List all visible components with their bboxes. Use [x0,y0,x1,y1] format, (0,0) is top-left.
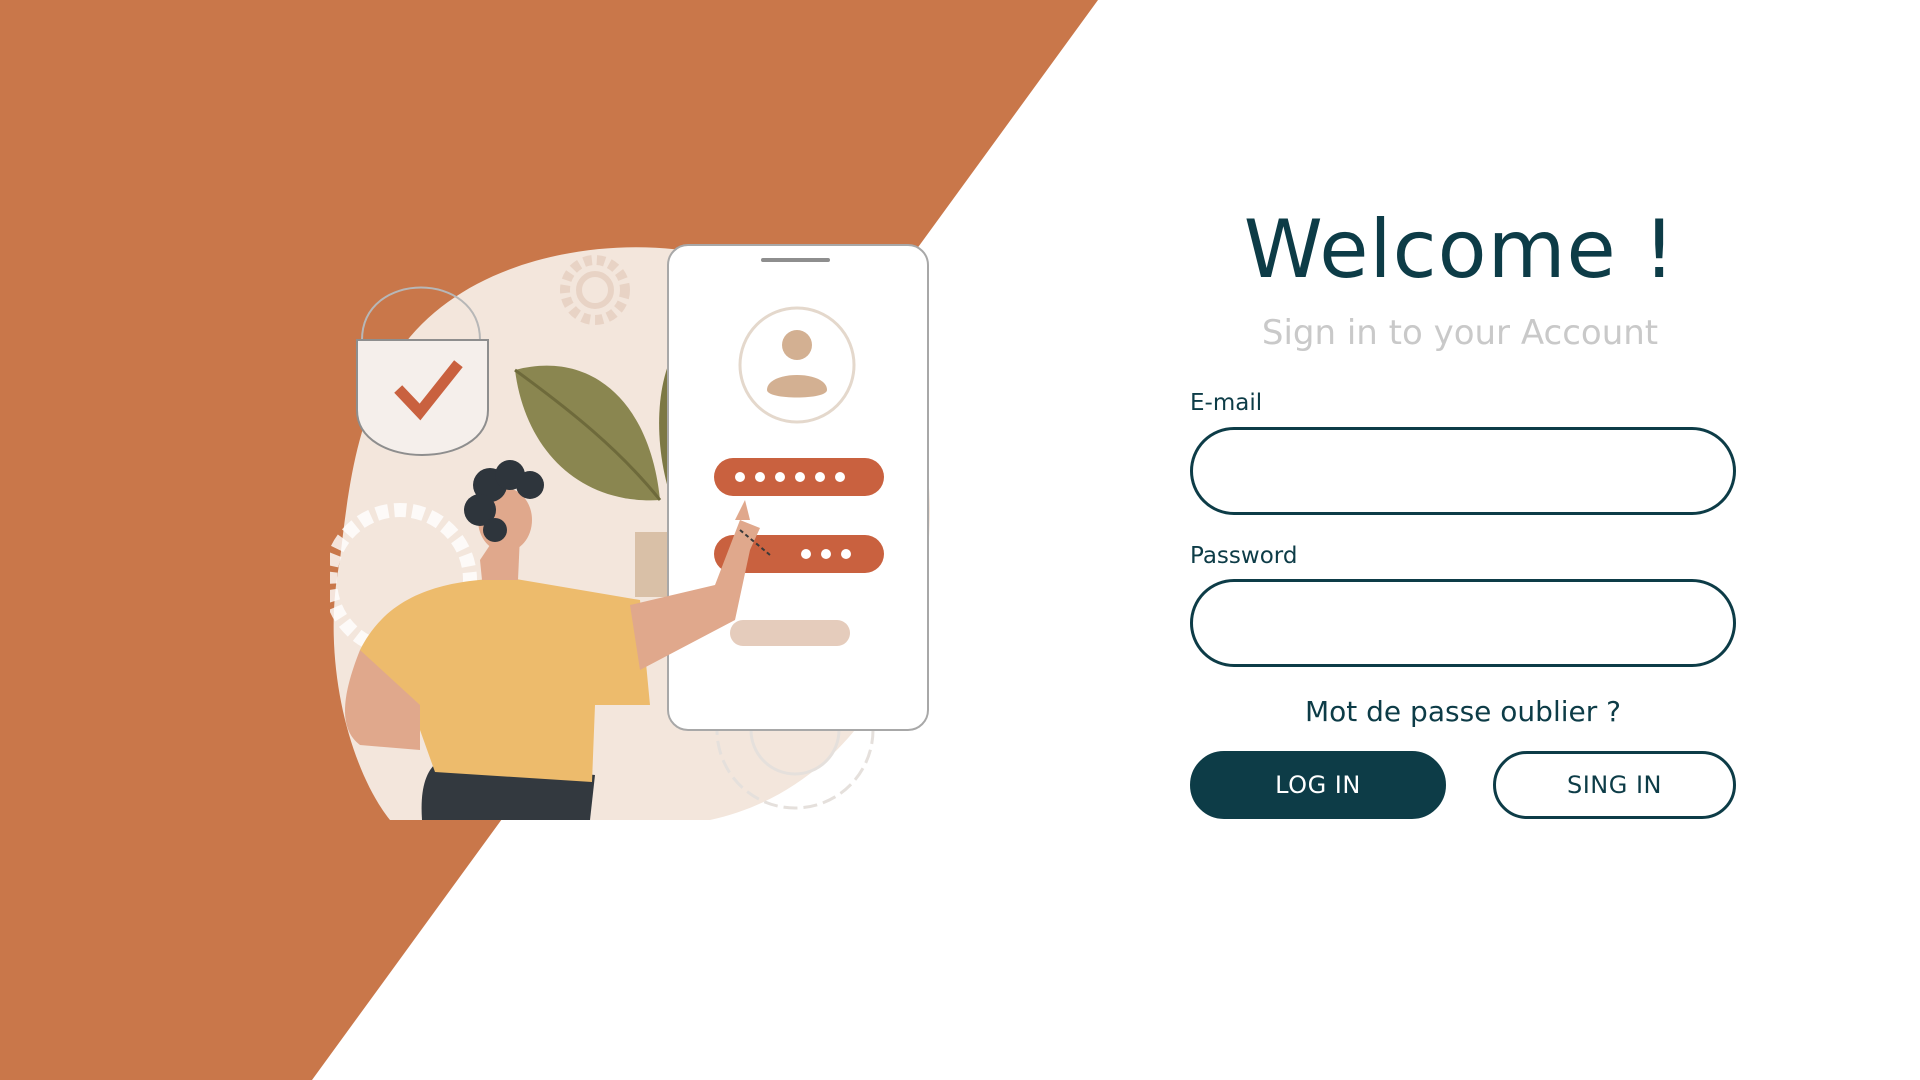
password-label: Password [1190,543,1298,569]
email-label: E-mail [1190,390,1263,416]
page-subtitle: Sign in to your Account [1261,313,1659,353]
forgot-password-link[interactable]: Mot de passe oublier ? [1190,692,1736,732]
login-page: Welcome ! Sign in to your Account E-mail… [0,0,1920,1080]
signin-button[interactable]: SING IN [1493,751,1736,819]
login-button[interactable]: LOG IN [1190,751,1446,819]
orange-diagonal-background [0,0,1098,1080]
email-field[interactable] [1190,427,1736,515]
page-title: Welcome ! [1243,203,1677,296]
login-illustration [330,244,930,820]
password-field[interactable] [1190,579,1736,667]
user-avatar-icon [738,306,856,424]
phone-icon [667,244,929,731]
